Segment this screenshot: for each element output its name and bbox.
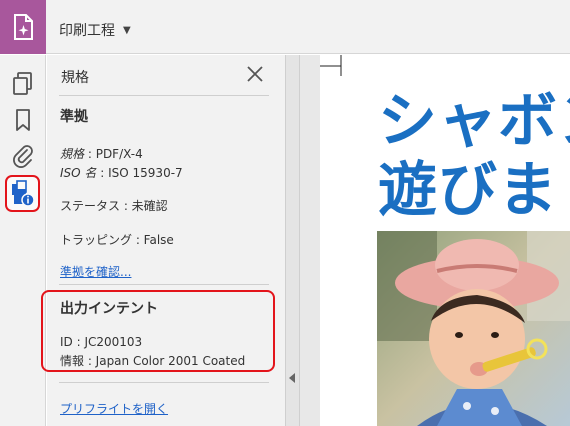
pages-icon xyxy=(13,72,32,95)
close-icon[interactable] xyxy=(245,64,265,84)
document-page: シャボン 遊びま xyxy=(320,55,570,426)
chevron-down-icon: ▼ xyxy=(123,24,131,36)
bookmark-icon xyxy=(16,109,30,131)
divider xyxy=(59,95,269,96)
print-production-tool-icon[interactable] xyxy=(0,0,46,54)
standards-panel: 規格 準拠 規格 : PDF/X-4 ISO 名 : ISO 15930-7 ス… xyxy=(41,55,285,426)
iso-value: : ISO 15930-7 xyxy=(100,166,183,180)
open-preflight-link[interactable]: プリフライトを開く xyxy=(60,400,168,417)
document-gutter xyxy=(300,55,320,426)
trapping-text: トラッピング : False xyxy=(60,233,174,247)
standard-value: : PDF/X-4 xyxy=(87,147,143,161)
navigation-rail xyxy=(0,55,46,426)
collapse-arrow-icon[interactable] xyxy=(289,373,295,383)
standards-button[interactable] xyxy=(5,175,40,212)
tool-title-dropdown[interactable]: 印刷工程 ▼ xyxy=(59,20,131,40)
status-text: ステータス : 未確認 xyxy=(60,199,168,213)
standard-label: 規格 xyxy=(60,147,85,161)
child-photo xyxy=(377,231,570,426)
standard-info: 規格 : PDF/X-4 xyxy=(60,145,143,162)
iso-label: ISO 名 xyxy=(60,166,97,180)
output-intent-id: ID : JC200103 xyxy=(60,335,143,349)
output-intent-info: 情報 : Japan Color 2001 Coated xyxy=(60,354,246,368)
attachment-icon xyxy=(13,145,33,168)
document-headline-2: 遊びま xyxy=(378,155,559,224)
divider xyxy=(59,382,269,383)
panel-splitter[interactable] xyxy=(285,55,300,426)
child-blowing-bubbles-image xyxy=(377,231,570,426)
panel-title: 規格 xyxy=(61,70,89,86)
pages-button[interactable] xyxy=(10,71,36,97)
output-intent-heading: 出力インテント xyxy=(60,301,158,317)
standards-icon xyxy=(11,179,35,207)
top-toolbar: 印刷工程 ▼ xyxy=(0,0,570,54)
verify-compliance-link[interactable]: 準拠を確認... xyxy=(60,263,131,280)
divider xyxy=(59,284,269,285)
tool-title-label: 印刷工程 xyxy=(59,23,115,39)
bookmarks-button[interactable] xyxy=(10,107,36,133)
document-headline-1: シャボン xyxy=(378,86,570,155)
crop-mark-icon xyxy=(320,55,342,76)
compliance-heading: 準拠 xyxy=(60,109,88,125)
iso-info: ISO 名 : ISO 15930-7 xyxy=(60,164,183,181)
attachments-button[interactable] xyxy=(10,143,36,169)
document-sparkle-icon xyxy=(14,14,33,40)
